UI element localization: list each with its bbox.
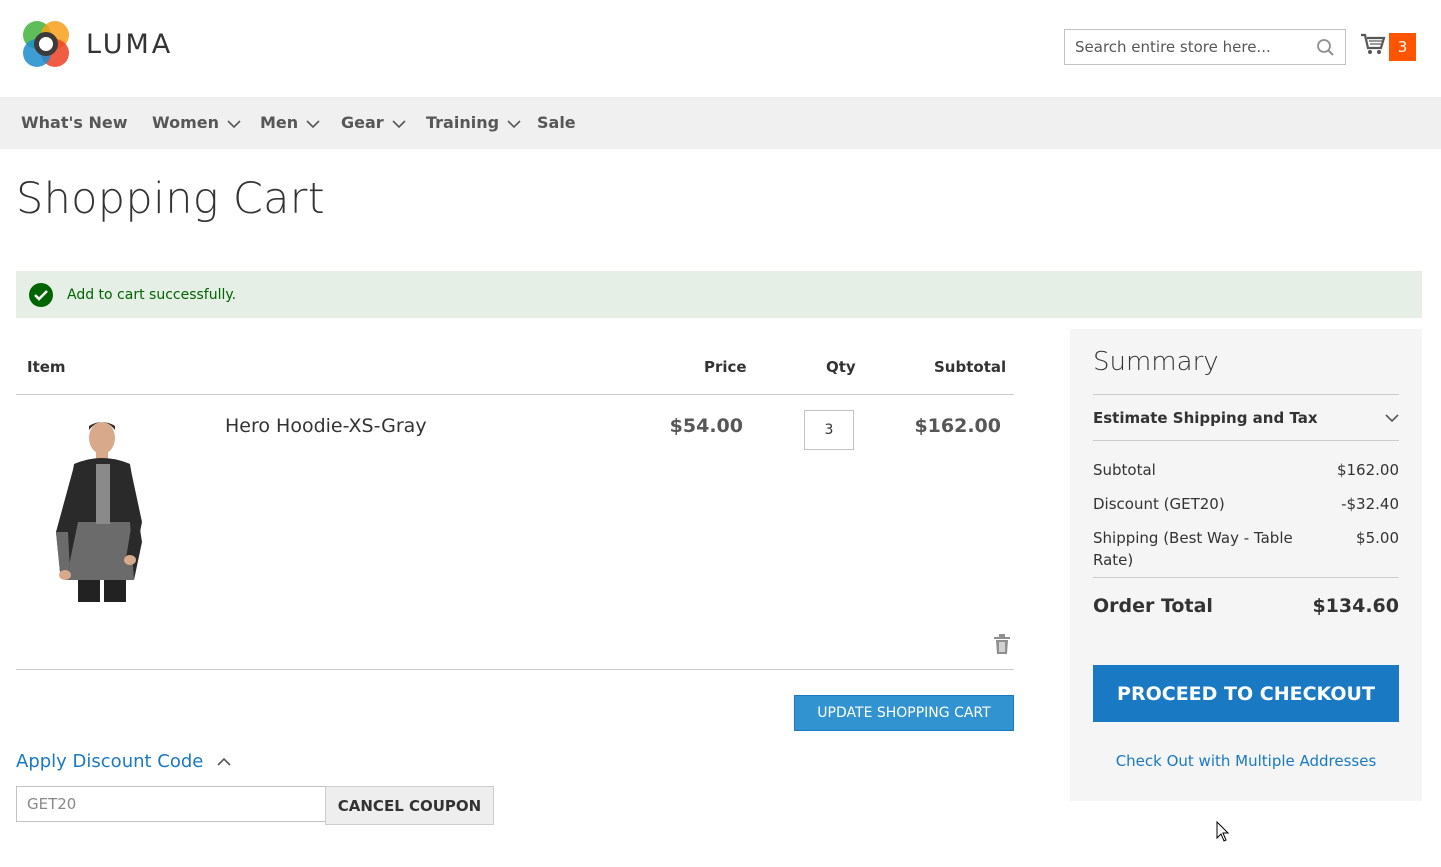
- estimate-shipping-label: Estimate Shipping and Tax: [1093, 409, 1318, 427]
- summary-divider: [1093, 577, 1399, 578]
- nav-item-label: Gear: [341, 113, 384, 132]
- remove-item-trash-icon[interactable]: [993, 634, 1011, 659]
- summary-row-subtotal: Subtotal $162.00: [1093, 459, 1399, 481]
- cart-icon: [1360, 32, 1386, 61]
- summary-row-value: -$32.40: [1341, 495, 1399, 513]
- nav-item-label: Women: [152, 113, 219, 132]
- coupon-code-input[interactable]: [16, 786, 326, 822]
- order-total-row: Order Total $134.60: [1093, 595, 1399, 617]
- nav-item-label: Men: [260, 113, 299, 132]
- nav-item-training[interactable]: Training: [426, 97, 521, 149]
- item-subtotal: $162.00: [914, 415, 1001, 437]
- search-input[interactable]: [1065, 38, 1305, 56]
- nav-item-men[interactable]: Men: [260, 97, 320, 149]
- nav-item-label: Sale: [537, 113, 576, 132]
- chevron-down-icon: [227, 119, 241, 128]
- mouse-cursor-icon: [1216, 821, 1230, 842]
- table-divider: [16, 394, 1014, 395]
- summary-title: Summary: [1093, 347, 1219, 377]
- page-title: Shopping Cart: [16, 174, 325, 224]
- order-summary: Summary Estimate Shipping and Tax Subtot…: [1070, 329, 1422, 801]
- nav-item-gear[interactable]: Gear: [341, 97, 406, 149]
- summary-row-value: $5.00: [1356, 529, 1399, 547]
- nav-item-women[interactable]: Women: [152, 97, 241, 149]
- luma-logo-icon: [23, 21, 69, 67]
- search-icon[interactable]: [1316, 38, 1335, 62]
- summary-row-label: Shipping (Best Way - Table Rate): [1093, 529, 1293, 569]
- chevron-up-icon: [217, 757, 231, 766]
- success-message-text: Add to cart successfully.: [67, 286, 237, 303]
- qty-input[interactable]: [804, 410, 854, 450]
- estimate-shipping-toggle[interactable]: Estimate Shipping and Tax: [1093, 409, 1399, 427]
- column-header-item: Item: [27, 358, 66, 376]
- summary-row-value: $162.00: [1336, 461, 1399, 479]
- apply-discount-title: Apply Discount Code: [16, 751, 204, 772]
- success-message: Add to cart successfully.: [16, 271, 1422, 318]
- update-shopping-cart-button[interactable]: Update Shopping Cart: [794, 695, 1014, 731]
- column-header-subtotal: Subtotal: [934, 358, 1007, 376]
- proceed-to-checkout-button[interactable]: Proceed to Checkout: [1093, 665, 1399, 722]
- order-total-label: Order Total: [1093, 595, 1213, 617]
- cancel-coupon-button[interactable]: Cancel Coupon: [325, 786, 494, 825]
- order-total-value: $134.60: [1312, 595, 1399, 617]
- summary-row-label: Discount (GET20): [1093, 495, 1225, 513]
- success-check-icon: [29, 282, 53, 307]
- column-header-qty: Qty: [826, 358, 856, 376]
- search-box: [1064, 29, 1346, 65]
- column-header-price: Price: [704, 358, 747, 376]
- summary-row-discount: Discount (GET20) -$32.40: [1093, 493, 1399, 515]
- item-price: $54.00: [669, 415, 743, 437]
- page-header: LUMA 3: [0, 0, 1441, 97]
- cart-count-badge: 3: [1389, 32, 1416, 61]
- product-image[interactable]: [38, 412, 158, 602]
- chevron-down-icon: [306, 119, 320, 128]
- nav-item-sale[interactable]: Sale: [537, 97, 576, 149]
- chevron-down-icon: [507, 119, 521, 128]
- chevron-down-icon: [1385, 413, 1399, 422]
- summary-divider: [1093, 394, 1399, 395]
- summary-row-label: Subtotal: [1093, 461, 1156, 479]
- product-name-link[interactable]: Hero Hoodie-XS-Gray: [225, 415, 427, 437]
- summary-divider: [1093, 440, 1399, 441]
- minicart-link[interactable]: 3: [1360, 32, 1416, 61]
- main-navigation: What's New Women Men Gear Training Sale: [0, 97, 1441, 149]
- summary-row-shipping: Shipping (Best Way - Table Rate) $5.00: [1093, 527, 1399, 571]
- apply-discount-toggle[interactable]: Apply Discount Code: [16, 751, 231, 772]
- store-logo[interactable]: LUMA: [20, 18, 173, 70]
- table-divider: [16, 669, 1014, 670]
- logo-text: LUMA: [86, 28, 174, 60]
- nav-item-whats-new[interactable]: What's New: [21, 97, 128, 149]
- nav-item-label: Training: [426, 113, 500, 132]
- multiple-addresses-link[interactable]: Check Out with Multiple Addresses: [1093, 752, 1399, 770]
- chevron-down-icon: [392, 119, 406, 128]
- nav-item-label: What's New: [21, 113, 128, 132]
